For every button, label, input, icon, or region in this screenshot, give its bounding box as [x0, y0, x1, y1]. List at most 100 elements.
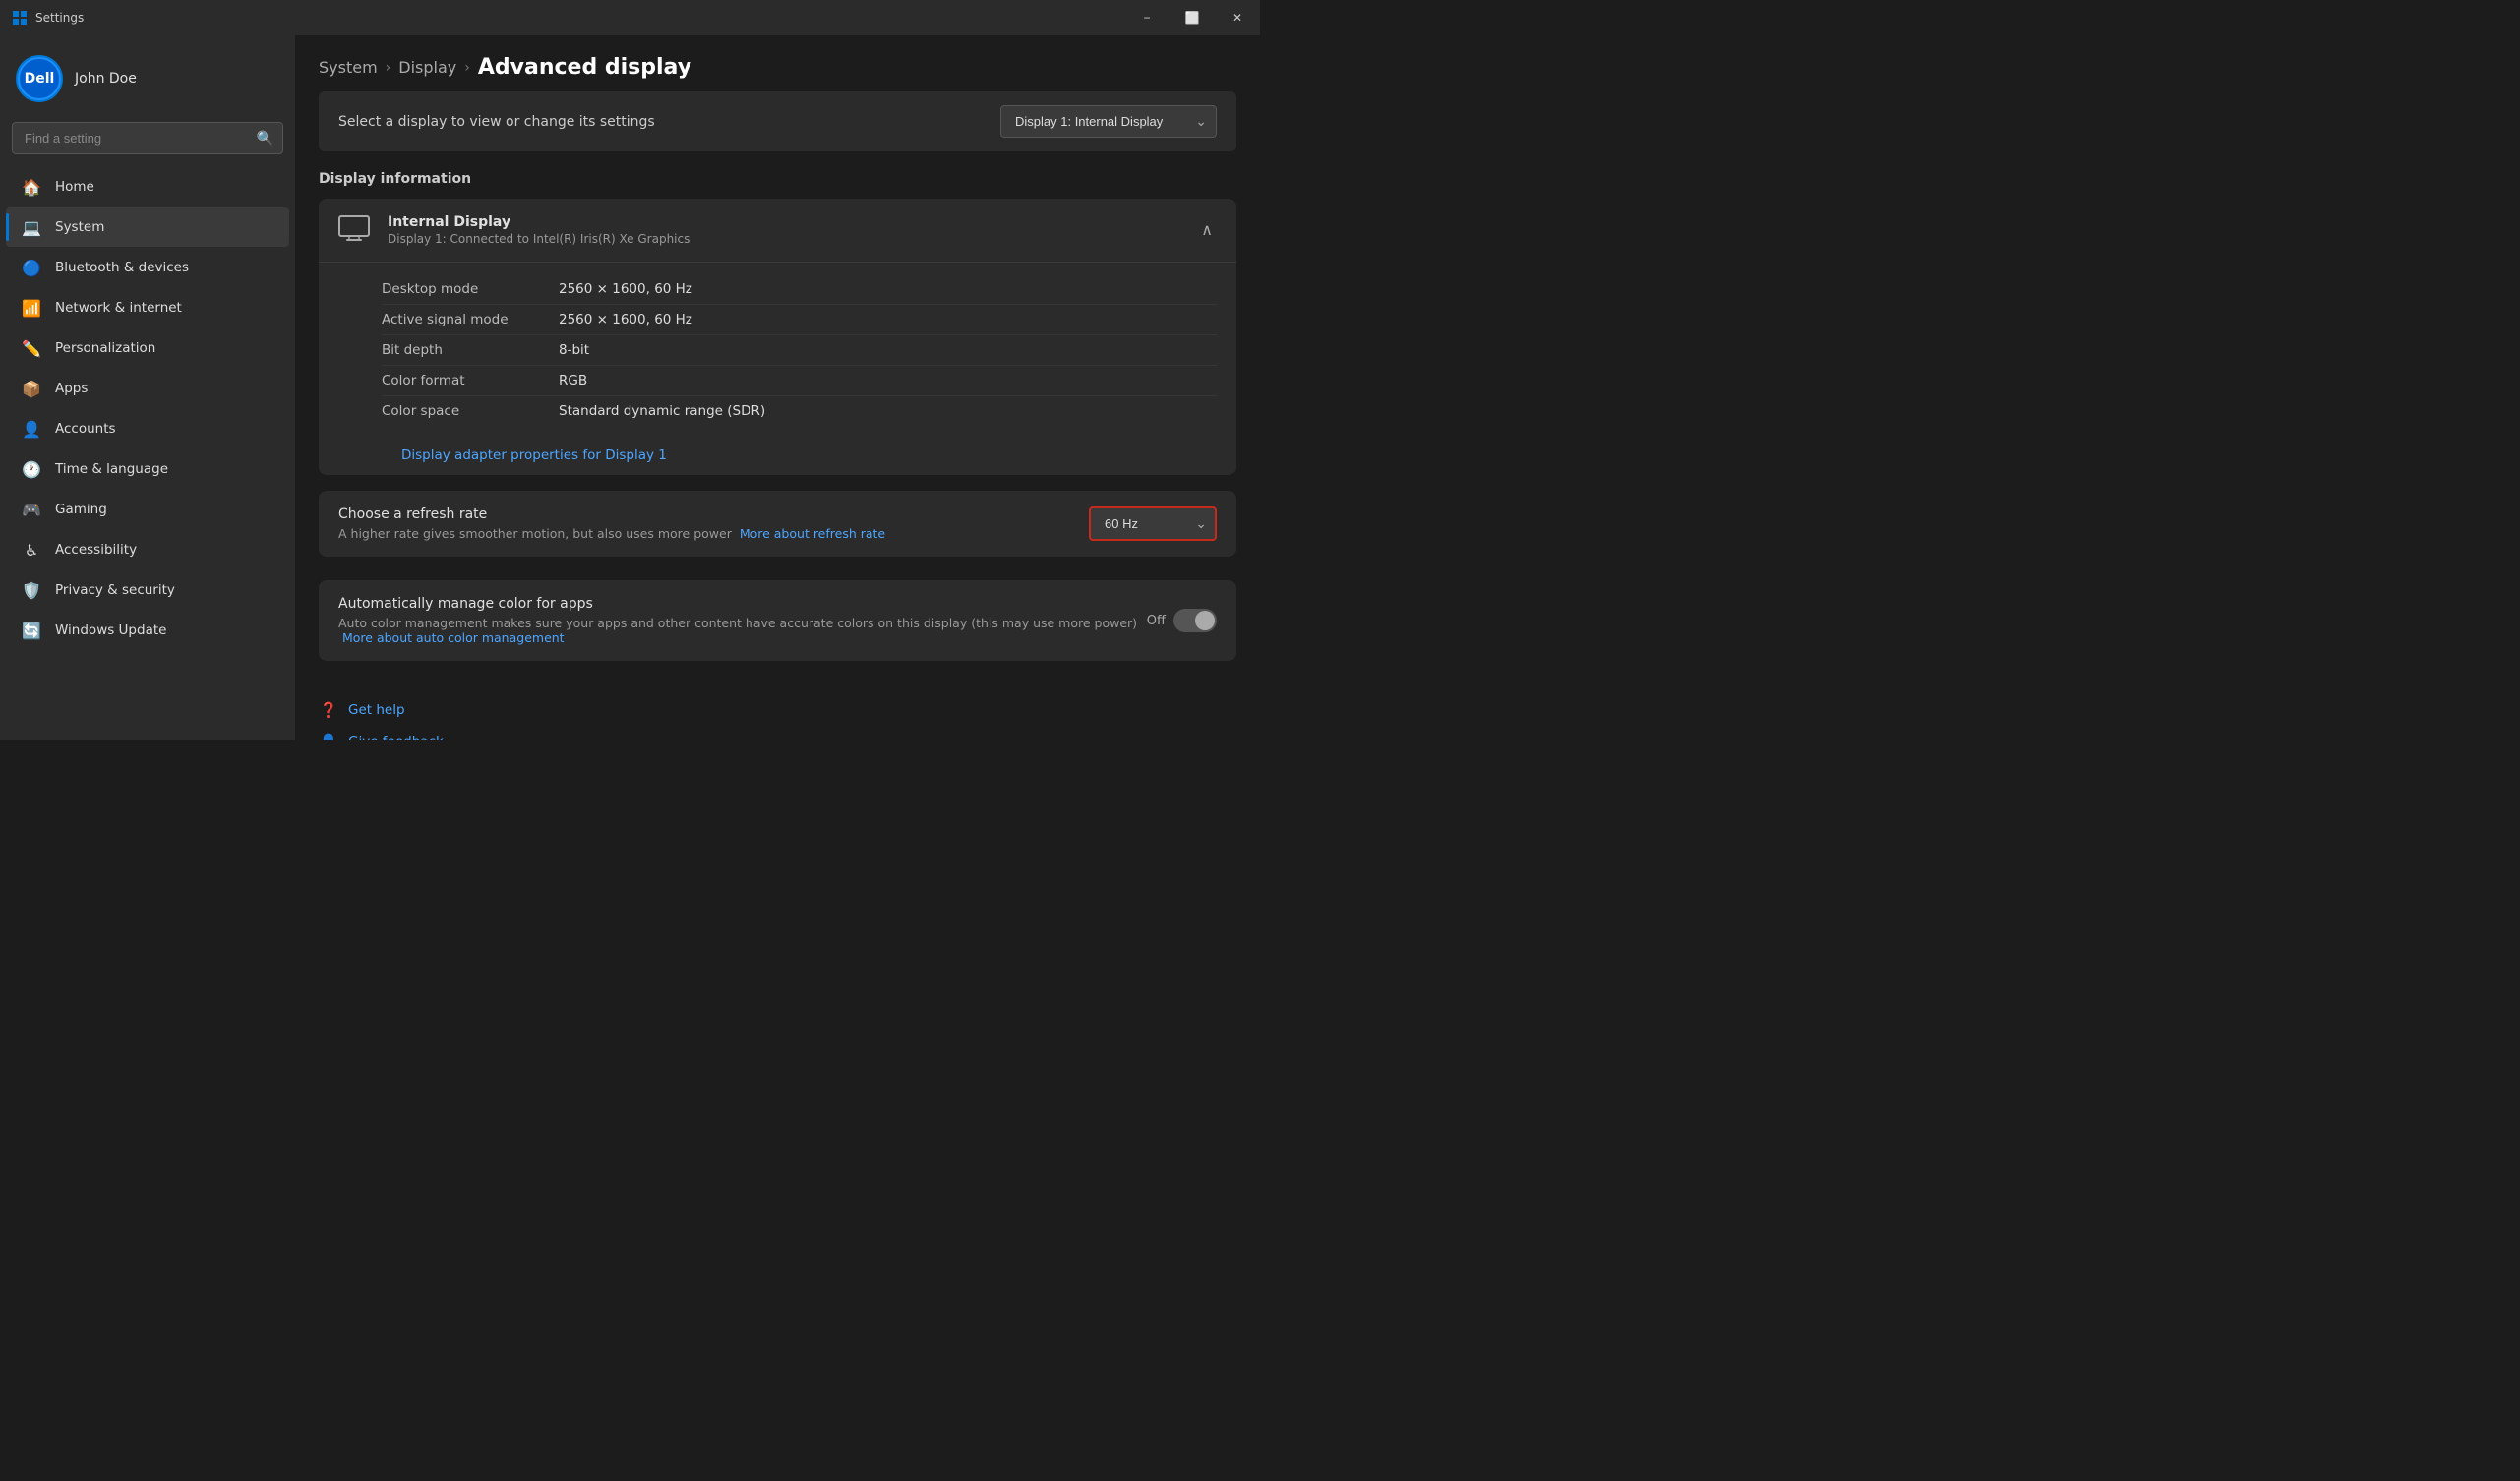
search-input[interactable] — [12, 122, 283, 154]
nav-label-bluetooth: Bluetooth & devices — [55, 260, 189, 275]
nav-icon-privacy: 🛡️ — [22, 580, 41, 600]
breadcrumb-sep-2: › — [464, 60, 470, 76]
bottom-link-icon-give_feedback: 👤 — [319, 732, 338, 740]
display-selector-bar: Select a display to view or change its s… — [319, 91, 1236, 151]
info-key: Color format — [382, 373, 559, 388]
display-info-header: Internal Display Display 1: Connected to… — [319, 199, 1236, 263]
auto-color-desc: Auto color management makes sure your ap… — [338, 616, 1147, 645]
bottom-link-get_help[interactable]: ❓ Get help — [319, 700, 1236, 720]
info-key: Active signal mode — [382, 312, 559, 327]
app-title: Settings — [35, 11, 84, 25]
info-value: 2560 × 1600, 60 Hz — [559, 281, 692, 297]
sidebar-item-personalization[interactable]: ✏️ Personalization — [6, 328, 289, 368]
nav-icon-accessibility: ♿ — [22, 540, 41, 560]
nav-icon-gaming: 🎮 — [22, 500, 41, 519]
display-selector-label: Select a display to view or change its s… — [338, 114, 655, 130]
page-title: Advanced display — [478, 55, 691, 80]
display-dropdown-wrap: Display 1: Internal Display — [1000, 105, 1217, 138]
refresh-rate-desc: A higher rate gives smoother motion, but… — [338, 526, 1089, 541]
nav-label-time: Time & language — [55, 461, 168, 477]
refresh-dropdown-wrap: 60 Hz 48 Hz — [1089, 506, 1217, 541]
sidebar-item-system[interactable]: 💻 System — [6, 207, 289, 247]
breadcrumb-display[interactable]: Display — [398, 58, 456, 77]
sidebar-item-accessibility[interactable]: ♿ Accessibility — [6, 530, 289, 569]
sidebar-item-privacy[interactable]: 🛡️ Privacy & security — [6, 570, 289, 610]
refresh-rate-dropdown[interactable]: 60 Hz 48 Hz — [1089, 506, 1217, 541]
nav-icon-bluetooth: 🔵 — [22, 258, 41, 277]
nav-icon-apps: 📦 — [22, 379, 41, 398]
refresh-rate-title: Choose a refresh rate — [338, 506, 1089, 522]
nav-icon-network: 📶 — [22, 298, 41, 318]
nav-icon-home: 🏠 — [22, 177, 41, 197]
info-row: Color space Standard dynamic range (SDR) — [382, 396, 1217, 426]
collapse-button[interactable]: ∧ — [1197, 216, 1217, 244]
bottom-link-give_feedback[interactable]: 👤 Give feedback — [319, 732, 1236, 740]
nav-icon-windows_update: 🔄 — [22, 621, 41, 640]
sidebar-item-windows_update[interactable]: 🔄 Windows Update — [6, 611, 289, 650]
close-button[interactable]: ✕ — [1215, 0, 1260, 35]
nav-label-gaming: Gaming — [55, 502, 107, 517]
display-selector-dropdown[interactable]: Display 1: Internal Display — [1000, 105, 1217, 138]
sidebar-item-time[interactable]: 🕐 Time & language — [6, 449, 289, 489]
auto-color-left: Automatically manage color for apps Auto… — [338, 596, 1147, 645]
nav-label-accessibility: Accessibility — [55, 542, 137, 558]
refresh-rate-section: Choose a refresh rate A higher rate give… — [319, 491, 1236, 564]
nav-label-home: Home — [55, 179, 94, 195]
info-key: Color space — [382, 403, 559, 419]
auto-color-toggle-label: Off — [1147, 614, 1166, 628]
nav-label-privacy: Privacy & security — [55, 582, 175, 598]
nav-label-personalization: Personalization — [55, 340, 155, 356]
adapter-properties-link[interactable]: Display adapter properties for Display 1 — [338, 438, 1217, 467]
user-section: Dell John Doe — [0, 35, 295, 122]
display-name: Internal Display — [388, 214, 690, 230]
info-key: Bit depth — [382, 342, 559, 358]
info-value: 2560 × 1600, 60 Hz — [559, 312, 692, 327]
info-value: 8-bit — [559, 342, 589, 358]
app-icon — [12, 10, 28, 26]
sidebar-item-gaming[interactable]: 🎮 Gaming — [6, 490, 289, 529]
sidebar-item-apps[interactable]: 📦 Apps — [6, 369, 289, 408]
info-key: Desktop mode — [382, 281, 559, 297]
breadcrumb-system[interactable]: System — [319, 58, 378, 77]
content-area: System › Display › Advanced display Sele… — [295, 35, 1260, 740]
sidebar-item-home[interactable]: 🏠 Home — [6, 167, 289, 207]
bottom-link-label-give_feedback: Give feedback — [348, 734, 444, 740]
info-row: Bit depth 8-bit — [382, 335, 1217, 366]
display-subtitle: Display 1: Connected to Intel(R) Iris(R)… — [388, 232, 690, 246]
search-box: 🔍 — [12, 122, 283, 154]
bottom-link-label-get_help: Get help — [348, 702, 405, 718]
breadcrumb: System › Display › Advanced display — [295, 35, 1260, 91]
breadcrumb-sep-1: › — [386, 60, 391, 76]
refresh-rate-row: Choose a refresh rate A higher rate give… — [319, 491, 1236, 557]
nav-icon-accounts: 👤 — [22, 419, 41, 439]
refresh-rate-link[interactable]: More about refresh rate — [740, 526, 885, 541]
user-name: John Doe — [75, 71, 137, 87]
bottom-link-icon-get_help: ❓ — [319, 700, 338, 720]
auto-color-toggle[interactable] — [1173, 609, 1217, 632]
dell-logo: Dell — [18, 57, 61, 100]
nav-icon-time: 🕐 — [22, 459, 41, 479]
display-info-card: Internal Display Display 1: Connected to… — [319, 199, 1236, 475]
sidebar-item-bluetooth[interactable]: 🔵 Bluetooth & devices — [6, 248, 289, 287]
display-info-text: Internal Display Display 1: Connected to… — [388, 214, 690, 246]
sidebar-item-accounts[interactable]: 👤 Accounts — [6, 409, 289, 448]
nav-label-system: System — [55, 219, 104, 235]
maximize-button[interactable]: ⬜ — [1170, 0, 1215, 35]
auto-color-title: Automatically manage color for apps — [338, 596, 1147, 612]
refresh-rate-left: Choose a refresh rate A higher rate give… — [338, 506, 1089, 541]
avatar: Dell — [16, 55, 63, 102]
search-icon: 🔍 — [257, 131, 273, 147]
info-row: Desktop mode 2560 × 1600, 60 Hz — [382, 274, 1217, 305]
auto-color-link[interactable]: More about auto color management — [342, 630, 565, 645]
display-info-left: Internal Display Display 1: Connected to… — [338, 214, 690, 246]
nav-label-network: Network & internet — [55, 300, 182, 316]
nav-items: 🏠 Home 💻 System 🔵 Bluetooth & devices 📶 … — [0, 162, 295, 740]
bottom-links: ❓ Get help 👤 Give feedback — [295, 684, 1260, 740]
monitor-icon — [338, 215, 370, 245]
nav-label-windows_update: Windows Update — [55, 622, 166, 638]
refresh-rate-desc-text: A higher rate gives smoother motion, but… — [338, 526, 732, 541]
minimize-button[interactable]: − — [1124, 0, 1170, 35]
nav-icon-system: 💻 — [22, 217, 41, 237]
sidebar-item-network[interactable]: 📶 Network & internet — [6, 288, 289, 327]
display-info-section: Display information Internal Display — [319, 171, 1236, 475]
